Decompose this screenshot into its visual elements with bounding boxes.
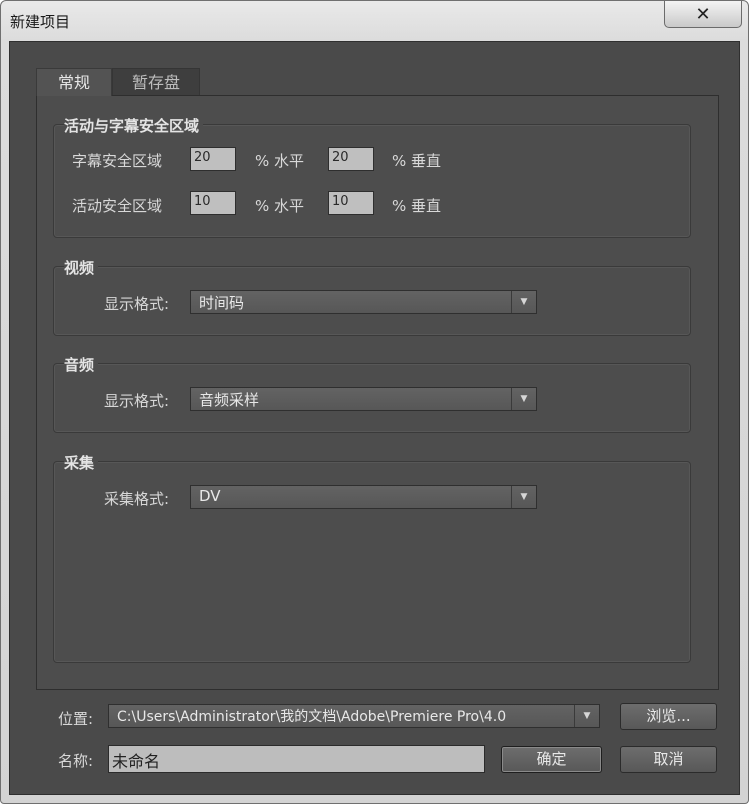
- video-display-format-dropdown[interactable]: 时间码 ▼: [190, 290, 537, 314]
- action-safe-vertical-input[interactable]: 10: [328, 191, 374, 215]
- video-display-format-label: 显示格式:: [104, 295, 170, 313]
- video-group: 视频 显示格式: 时间码 ▼: [53, 257, 691, 336]
- cancel-button[interactable]: 取消: [620, 746, 717, 773]
- action-safe-horizontal-unit: % 水平: [255, 197, 305, 215]
- audio-title: 音频: [64, 354, 99, 375]
- close-icon: ✕: [695, 3, 711, 25]
- video-display-format-value: 时间码: [199, 294, 245, 312]
- new-project-dialog: 新建项目 ✕ 常规 暂存盘 活动与字幕安全区域 字幕安全区域 20 % 水平 2…: [0, 0, 749, 804]
- dialog-body: 常规 暂存盘 活动与字幕安全区域 字幕安全区域 20 % 水平 20 % 垂直 …: [9, 41, 740, 795]
- browse-button[interactable]: 浏览...: [620, 703, 717, 730]
- tab-scratch-disks[interactable]: 暂存盘: [112, 68, 200, 96]
- action-safe-vertical-unit: % 垂直: [392, 197, 442, 215]
- audio-group: 音频 显示格式: 音频采样 ▼: [53, 354, 691, 433]
- title-safe-vertical-input[interactable]: 20: [328, 147, 374, 171]
- audio-display-format-label: 显示格式:: [104, 392, 170, 410]
- capture-group: 采集 采集格式: DV ▼: [53, 452, 691, 663]
- dialog-title: 新建项目: [10, 13, 71, 31]
- title-safe-label: 字幕安全区域: [72, 152, 163, 170]
- title-safe-horizontal-input[interactable]: 20: [190, 147, 236, 171]
- title-safe-vertical-unit: % 垂直: [392, 152, 442, 170]
- safe-areas-group: 活动与字幕安全区域 字幕安全区域 20 % 水平 20 % 垂直 活动安全区域 …: [53, 115, 691, 238]
- audio-display-format-value: 音频采样: [199, 391, 260, 409]
- title-bar[interactable]: 新建项目 ✕: [1, 1, 748, 41]
- chevron-down-icon: ▼: [511, 486, 536, 508]
- action-safe-horizontal-input[interactable]: 10: [190, 191, 236, 215]
- safe-areas-title: 活动与字幕安全区域: [64, 115, 204, 136]
- capture-title: 采集: [64, 452, 99, 473]
- action-safe-label: 活动安全区域: [72, 197, 163, 215]
- capture-format-label: 采集格式:: [104, 490, 170, 508]
- project-name-input[interactable]: 未命名: [108, 745, 485, 773]
- chevron-down-icon: ▼: [511, 388, 536, 410]
- video-title: 视频: [64, 257, 99, 278]
- general-tab-panel: 活动与字幕安全区域 字幕安全区域 20 % 水平 20 % 垂直 活动安全区域 …: [36, 95, 719, 690]
- audio-display-format-dropdown[interactable]: 音频采样 ▼: [190, 387, 537, 411]
- tab-general[interactable]: 常规: [36, 68, 112, 96]
- capture-format-value: DV: [199, 487, 221, 505]
- location-value: C:\Users\Administrator\我的文档\Adobe\Premie…: [117, 709, 507, 725]
- chevron-down-icon: ▼: [574, 705, 599, 727]
- close-button[interactable]: ✕: [664, 1, 742, 28]
- title-safe-horizontal-unit: % 水平: [255, 152, 305, 170]
- name-label: 名称:: [58, 752, 94, 770]
- location-dropdown[interactable]: C:\Users\Administrator\我的文档\Adobe\Premie…: [108, 704, 600, 728]
- chevron-down-icon: ▼: [511, 291, 536, 313]
- location-label: 位置:: [58, 710, 94, 728]
- ok-button[interactable]: 确定: [501, 746, 602, 773]
- capture-format-dropdown[interactable]: DV ▼: [190, 485, 537, 509]
